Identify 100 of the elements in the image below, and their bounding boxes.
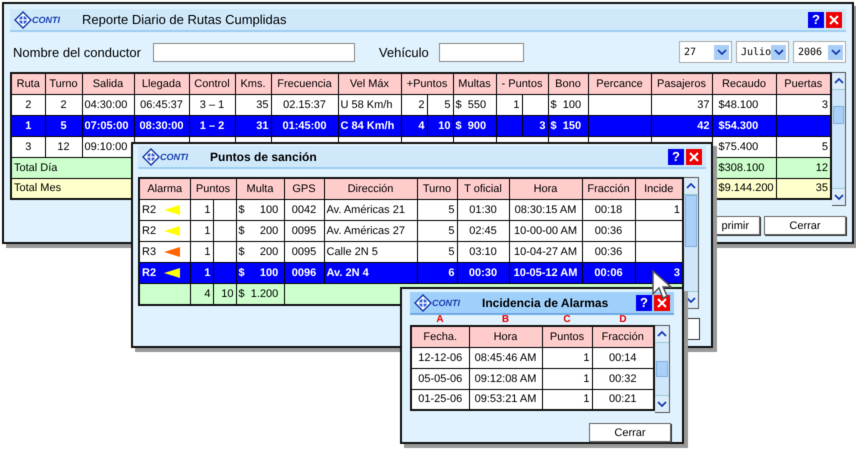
scroll-thumb[interactable] <box>656 361 668 377</box>
column-header[interactable]: Vel Máx <box>338 73 401 94</box>
help-button[interactable]: ? <box>636 294 652 310</box>
table-cell: $ 150 <box>548 115 588 136</box>
table-cell: $54.300 <box>712 115 776 136</box>
table-cell: 2 <box>45 94 82 115</box>
column-header[interactable]: Pasajeros <box>651 73 712 94</box>
column-letter: D <box>618 315 628 325</box>
column-header[interactable]: Turno <box>417 178 457 199</box>
column-header[interactable]: Multas <box>453 73 496 94</box>
table-cell: 6 <box>417 262 457 283</box>
column-header[interactable]: - Puntos <box>496 73 548 94</box>
column-header[interactable]: T oficial <box>457 178 509 199</box>
column-header[interactable]: Puntos <box>542 326 592 347</box>
scroll-thumb[interactable] <box>685 195 697 247</box>
vehicle-input-field[interactable] <box>438 42 524 62</box>
chevron-down-icon <box>716 49 726 55</box>
driver-label: Nombre del conductor <box>13 44 141 60</box>
scrollbar[interactable] <box>832 72 846 206</box>
alarm-code: R2 <box>142 224 156 236</box>
column-header[interactable]: Bono <box>548 73 588 94</box>
table-cell: 3 <box>522 116 548 136</box>
table-cell: $ 900 <box>453 115 496 136</box>
table-cell: 10-00-00 AM <box>509 220 582 241</box>
column-header[interactable]: Dirección <box>324 178 417 199</box>
chevron-up-icon <box>686 183 696 189</box>
date-dropdown[interactable]: Julio <box>736 41 789 63</box>
help-button[interactable]: ? <box>808 12 824 28</box>
table-cell-text: 4 <box>203 286 212 302</box>
table-cell: 1 <box>542 368 592 389</box>
table-cell: C 84 Km/h <box>338 115 401 136</box>
chevron-up-icon <box>657 331 667 337</box>
table-cell-text: 1 <box>203 244 212 260</box>
table-cell: $ 100 <box>548 94 588 115</box>
table-cell: $ 100 <box>236 262 284 283</box>
scrollbar[interactable] <box>684 177 699 309</box>
table-cell: 5 <box>45 115 82 136</box>
column-header[interactable]: Llegada <box>134 73 189 94</box>
help-button[interactable]: ? <box>668 148 684 164</box>
table-cell: 00:18 <box>582 199 635 220</box>
close-button[interactable] <box>654 294 670 310</box>
table-cell-text: 1 <box>203 202 212 218</box>
table-cell: 00:36 <box>582 241 635 262</box>
close-dialog-button[interactable]: Cerrar <box>589 423 671 442</box>
close-button[interactable] <box>686 148 702 164</box>
scrollbar[interactable] <box>655 325 670 413</box>
column-header[interactable]: Fracción <box>592 326 654 347</box>
table-cell: $48.100 <box>712 94 776 115</box>
logo-text: CONTI <box>160 152 188 162</box>
scroll-up-button[interactable] <box>684 178 698 195</box>
table-cell: 5 <box>417 199 457 220</box>
column-header[interactable]: Recaudo <box>712 73 776 94</box>
scroll-down-button[interactable] <box>832 188 845 205</box>
chevron-down-icon <box>686 297 696 303</box>
column-header[interactable]: Salida <box>82 73 134 94</box>
column-header[interactable]: Hora <box>469 326 542 347</box>
column-header[interactable]: Frecuencia <box>271 73 338 94</box>
close-button[interactable] <box>826 12 842 28</box>
column-header[interactable]: Turno <box>45 73 82 94</box>
column-header[interactable]: +Puntos <box>401 73 453 94</box>
column-header[interactable]: Ruta <box>11 73 45 94</box>
date-dropdown[interactable]: 2006 <box>793 41 846 63</box>
column-header[interactable]: Control <box>189 73 235 94</box>
table-cell: 03:10 <box>457 241 509 262</box>
table-cell: 10-04-27 AM <box>509 241 582 262</box>
column-header[interactable]: Puertas <box>776 73 831 94</box>
table-cell: 5 <box>417 241 457 262</box>
scroll-thumb[interactable] <box>833 106 844 124</box>
chevron-down-icon <box>830 49 840 55</box>
table-cell <box>588 94 651 115</box>
logo-icon <box>14 10 32 28</box>
scroll-down-button[interactable] <box>655 395 669 412</box>
table-cell: 5 <box>417 220 457 241</box>
logo-icon <box>414 294 432 312</box>
alarm-code: R3 <box>142 246 156 258</box>
table-cell <box>776 115 831 136</box>
table-cell: 0096 <box>284 262 324 283</box>
column-header[interactable]: GPS <box>284 178 324 199</box>
table-cell: 06:45:37 <box>134 94 189 115</box>
table-cell: 01:45:00 <box>271 115 338 136</box>
dialog-button[interactable]: Cerrar <box>764 216 846 235</box>
table-cell: 5 <box>426 94 452 114</box>
column-header[interactable]: Puntos <box>190 178 236 199</box>
column-header[interactable]: Incide <box>635 178 683 199</box>
scroll-up-button[interactable] <box>655 326 669 343</box>
table-cell: 0095 <box>284 220 324 241</box>
driver-input-field[interactable] <box>152 42 355 62</box>
column-header[interactable]: Multa <box>236 178 284 199</box>
table-cell: $ 100 <box>236 199 284 220</box>
window-title: Puntos de sanción <box>210 150 317 164</box>
column-header[interactable]: Kms. <box>235 73 271 94</box>
column-header[interactable]: Percance <box>588 73 651 94</box>
column-header[interactable]: Fecha. <box>411 326 469 347</box>
date-dropdown[interactable]: 27 <box>679 41 732 63</box>
column-header[interactable]: Hora <box>509 178 582 199</box>
scroll-up-button[interactable] <box>832 73 845 90</box>
mouse-pointer-icon <box>652 270 674 300</box>
window-title: Incidencia de Alarmas <box>482 296 608 310</box>
column-header[interactable]: Alarma <box>139 178 190 199</box>
column-header[interactable]: Fracción <box>582 178 635 199</box>
